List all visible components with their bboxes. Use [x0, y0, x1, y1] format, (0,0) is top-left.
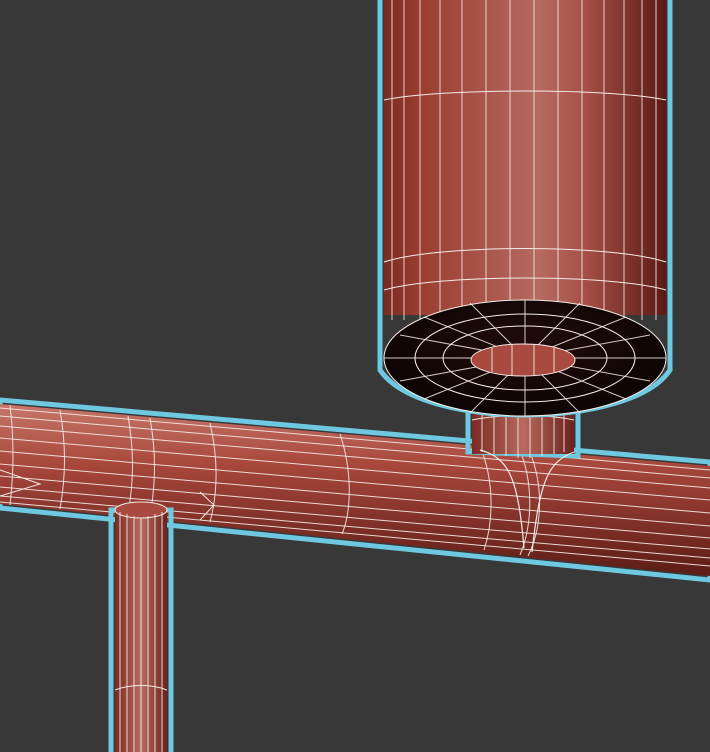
- viewport-canvas[interactable]: [0, 0, 710, 752]
- tank-bottom-cap[interactable]: [383, 299, 667, 417]
- 3d-viewport[interactable]: [0, 0, 710, 752]
- lower-vertical-pipe[interactable]: [108, 501, 174, 752]
